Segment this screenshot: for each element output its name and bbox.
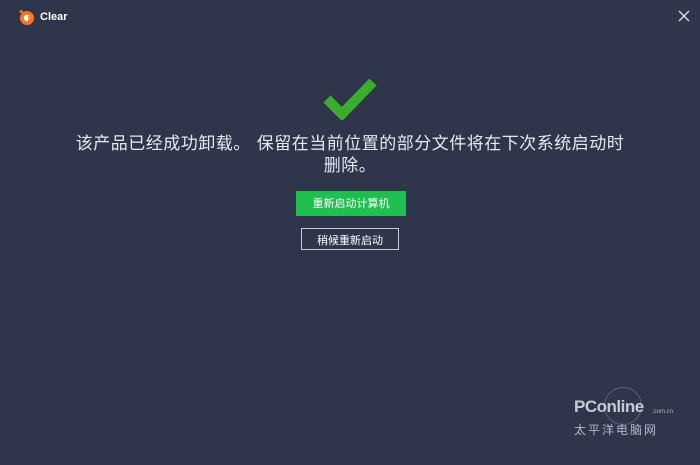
- checkmark-icon: [322, 74, 378, 122]
- uninstall-window: Clear 该产品已经成功卸载。 保留在当前位置的部分文件将在下次系统启动时删除…: [0, 0, 700, 465]
- watermark-brand: PConline: [574, 397, 644, 416]
- restart-later-button[interactable]: 稍候重新启动: [301, 228, 399, 250]
- status-message: 该产品已经成功卸载。 保留在当前位置的部分文件将在下次系统启动时删除。: [75, 134, 625, 176]
- title-bar: Clear: [0, 0, 700, 32]
- app-title: Clear: [40, 11, 68, 23]
- watermark: PConline .com.cn 太平洋电脑网: [574, 385, 684, 445]
- watermark-subtitle: 太平洋电脑网: [574, 423, 659, 437]
- restart-now-button[interactable]: 重新启动计算机: [296, 191, 406, 216]
- avast-logo-icon: [18, 8, 36, 26]
- watermark-domain: .com.cn: [652, 409, 674, 415]
- close-icon[interactable]: [676, 8, 692, 24]
